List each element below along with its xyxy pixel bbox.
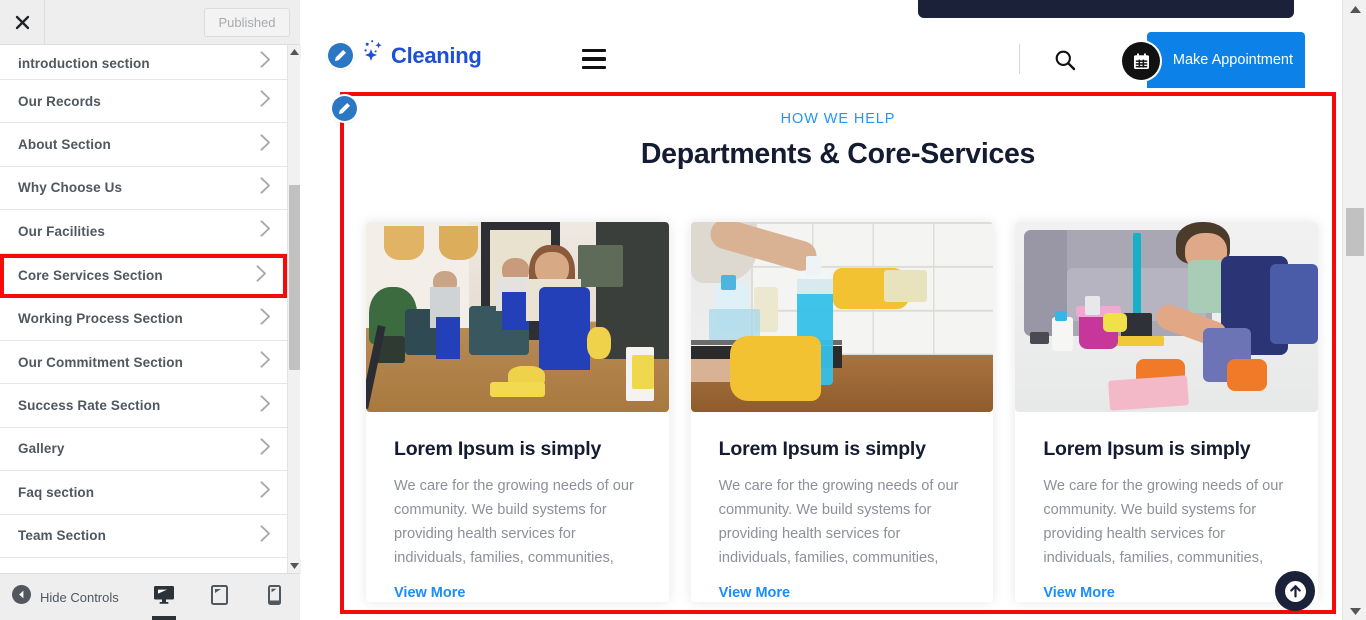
chevron-right-icon xyxy=(260,177,271,199)
sidebar-item-label: About Section xyxy=(18,137,111,153)
service-card-description: We care for the growing needs of our com… xyxy=(394,478,634,566)
sidebar-item-label: Why Choose Us xyxy=(18,180,123,196)
hide-controls-button[interactable]: Hide Controls xyxy=(12,574,119,620)
service-card-title: Lorem Ipsum is simply xyxy=(1043,438,1251,460)
sidebar-item-label: Gallery xyxy=(18,441,65,457)
service-card-description: We care for the growing needs of our com… xyxy=(718,478,959,566)
search-icon[interactable] xyxy=(1054,49,1076,71)
device-switcher xyxy=(148,574,290,620)
back-to-top-button[interactable] xyxy=(1275,571,1315,611)
sidebar-item-label: Working Process Section xyxy=(18,311,183,327)
sidebar-item-our-commitment-section[interactable]: Our Commitment Section xyxy=(0,340,287,385)
chevron-right-icon xyxy=(260,90,271,112)
chevron-left-circle-icon xyxy=(12,585,31,609)
publish-button[interactable]: Published xyxy=(204,8,290,37)
sidebar-item-label: Team Section xyxy=(18,528,106,544)
view-more-link[interactable]: View More xyxy=(1043,585,1114,601)
calendar-icon[interactable] xyxy=(1122,42,1160,80)
sidebar-item-success-rate-section[interactable]: Success Rate Section xyxy=(0,384,287,428)
sidebar-item-working-process-section[interactable]: Working Process Section xyxy=(0,297,287,341)
site-preview: Cleaning Make Appointment HOW WE HELP De… xyxy=(301,0,1342,620)
chevron-right-icon xyxy=(260,220,271,242)
chevron-right-icon xyxy=(260,351,271,373)
sidebar-scrollbar-thumb[interactable] xyxy=(289,185,300,370)
sidebar-item-team-section[interactable]: Team Section xyxy=(0,514,287,558)
sidebar-item-our-facilities[interactable]: Our Facilities xyxy=(0,210,287,254)
sidebar-item-core-services-section[interactable]: Core Services Section xyxy=(0,253,287,298)
chevron-right-icon xyxy=(260,308,271,330)
window-scrollbar-thumb[interactable] xyxy=(1346,208,1364,256)
brand-logo[interactable]: Cleaning xyxy=(328,38,482,73)
top-navy-bar xyxy=(918,0,1294,18)
core-services-section[interactable]: HOW WE HELP Departments & Core-Services … xyxy=(340,92,1336,614)
sidebar-item-label: Our Records xyxy=(18,93,101,109)
service-card[interactable]: Lorem Ipsum is simply We care for the gro… xyxy=(366,222,669,602)
service-card-body: Lorem Ipsum is simply We care for the gro… xyxy=(691,412,994,602)
desktop-view-button[interactable] xyxy=(148,574,180,620)
sidebar-item-why-choose-us[interactable]: Why Choose Us xyxy=(0,166,287,211)
service-card[interactable]: Lorem Ipsum is simply We care for the gro… xyxy=(690,222,994,602)
sidebar-item-introduction-section[interactable]: introduction section xyxy=(0,45,287,80)
scroll-up-arrow-icon[interactable] xyxy=(288,45,301,59)
site-header: Cleaning Make Appointment xyxy=(301,28,1342,94)
window-scroll-down-arrow-icon[interactable] xyxy=(1343,602,1366,620)
sidebar-item-label: Success Rate Section xyxy=(18,398,161,414)
sidebar-item-label: Faq section xyxy=(18,484,95,500)
service-card-body: Lorem Ipsum is simply We care for the gro… xyxy=(1015,412,1318,602)
customizer-screen: Published introduction section Our Record… xyxy=(0,0,1366,620)
sidebar-item-label: Core Services Section xyxy=(18,268,163,284)
chevron-right-icon xyxy=(260,133,271,156)
chevron-right-icon xyxy=(260,394,271,417)
sidebar-item-label: Our Commitment Section xyxy=(18,354,183,370)
service-card-title: Lorem Ipsum is simply xyxy=(718,438,926,460)
sidebar-item-label: introduction section xyxy=(18,56,150,71)
window-scrollbar[interactable] xyxy=(1342,0,1366,620)
mobile-icon xyxy=(267,584,281,610)
tablet-icon xyxy=(210,584,228,610)
service-card-body: Lorem Ipsum is simply We care for the gro… xyxy=(366,412,669,602)
section-edit-pencil-icon[interactable] xyxy=(332,96,357,121)
sidebar-scrollbar[interactable] xyxy=(287,45,301,573)
section-list[interactable]: introduction section Our Records About Sec… xyxy=(0,45,287,573)
view-more-link[interactable]: View More xyxy=(394,585,465,601)
brand-name: Cleaning xyxy=(391,42,482,68)
view-more-link[interactable]: View More xyxy=(719,585,790,601)
hide-controls-label: Hide Controls xyxy=(40,589,119,605)
chevron-right-icon xyxy=(260,481,271,503)
customizer-footer: Hide Controls xyxy=(0,573,300,620)
chevron-right-icon xyxy=(260,51,271,73)
window-scroll-up-arrow-icon[interactable] xyxy=(1343,0,1366,18)
sidebar-item-faq-section[interactable]: Faq section xyxy=(0,471,287,515)
close-icon[interactable] xyxy=(0,0,45,44)
edit-pencil-icon[interactable] xyxy=(328,43,353,68)
chevron-right-icon xyxy=(260,438,271,460)
chevron-right-icon xyxy=(256,264,267,287)
scroll-down-arrow-icon[interactable] xyxy=(288,559,301,573)
sparkle-icon xyxy=(359,38,385,73)
hand-wiping-kitchen-tiles-photo xyxy=(690,222,994,412)
customizer-panel: Published introduction section Our Record… xyxy=(0,0,301,620)
customizer-topbar: Published xyxy=(0,0,300,45)
sidebar-item-our-records[interactable]: Our Records xyxy=(0,80,287,124)
cleaning-team-in-office-photo xyxy=(366,222,669,412)
sidebar-item-gallery[interactable]: Gallery xyxy=(0,427,287,472)
sidebar-item-about-section[interactable]: About Section xyxy=(0,123,287,167)
desktop-icon xyxy=(153,585,175,609)
tablet-view-button[interactable] xyxy=(203,574,235,620)
service-card-list: Lorem Ipsum is simply We care for the gro… xyxy=(366,222,1319,602)
section-title: Departments & Core-Services xyxy=(640,138,1036,170)
header-divider xyxy=(1019,44,1020,74)
make-appointment-button[interactable]: Make Appointment xyxy=(1147,32,1305,88)
service-card-description: We care for the growing needs of our com… xyxy=(1043,478,1284,566)
service-card[interactable]: Lorem Ipsum is simply We care for the gro… xyxy=(1015,222,1319,602)
hamburger-menu-icon[interactable] xyxy=(582,49,606,69)
service-card-title: Lorem Ipsum is simply xyxy=(394,438,602,460)
section-eyebrow: HOW WE HELP xyxy=(780,111,896,127)
arrow-up-icon xyxy=(1284,580,1306,602)
mobile-view-button[interactable] xyxy=(258,574,290,620)
sidebar-item-label: Our Facilities xyxy=(18,223,105,239)
man-cleaning-floor-in-living-room-photo xyxy=(1015,222,1319,412)
chevron-right-icon xyxy=(260,525,271,547)
